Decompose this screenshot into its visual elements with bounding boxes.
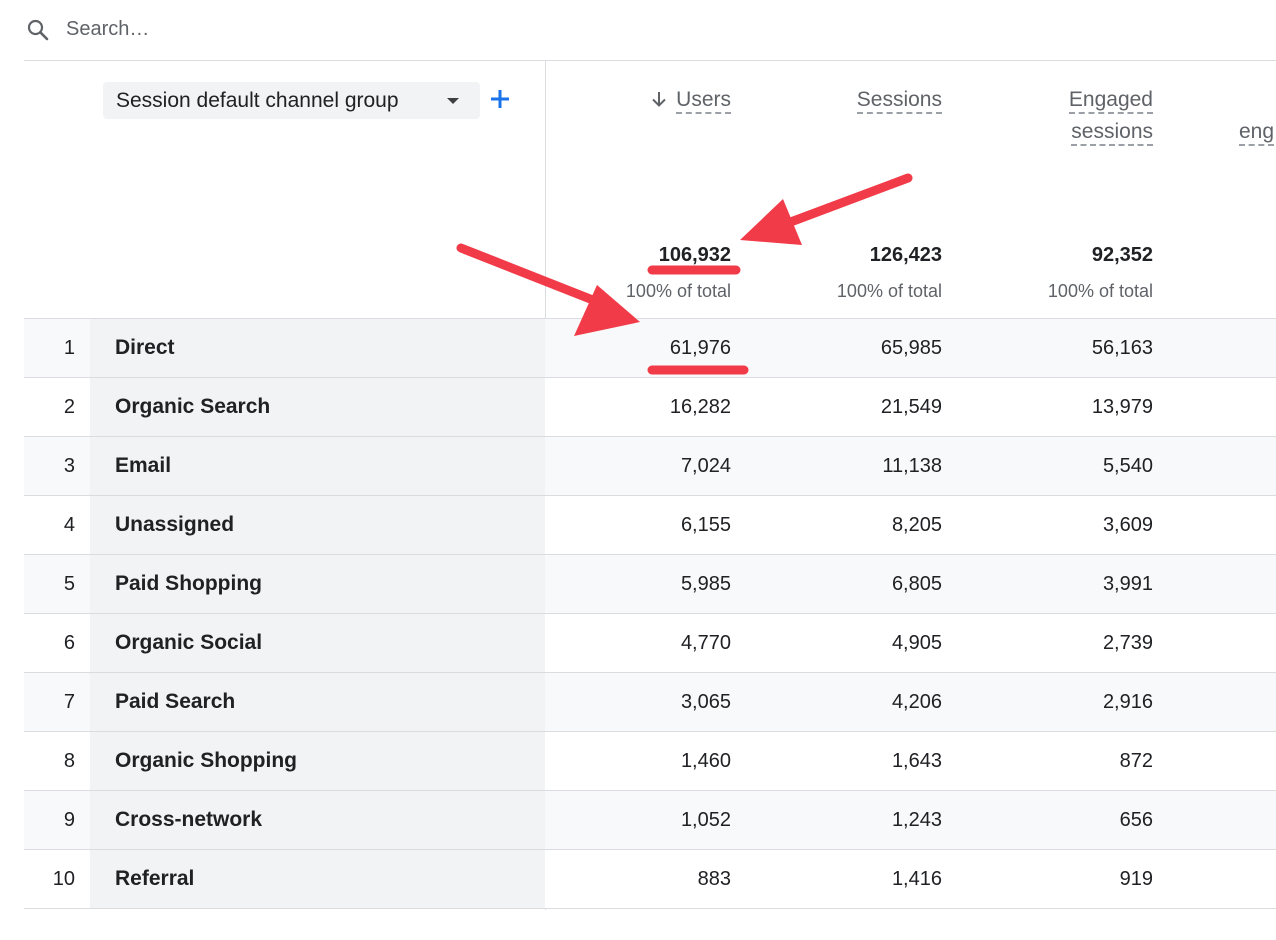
row-sessions: 1,643 (891, 750, 942, 772)
row-channel[interactable]: Paid Search (115, 673, 235, 731)
table-row[interactable]: 7 Paid Search 3,065 4,206 2,916 (24, 672, 1276, 731)
users-total: 106,932 (658, 244, 731, 266)
row-engaged: 2,916 (1102, 691, 1153, 713)
table-row[interactable]: 2 Organic Search 16,282 21,549 13,979 (24, 377, 1276, 436)
row-users: 7,024 (680, 455, 731, 477)
add-dimension-icon[interactable] (488, 87, 512, 111)
partial-header-label: eng (1239, 120, 1275, 146)
row-channel[interactable]: Cross-network (115, 791, 262, 849)
users-column-header[interactable]: Users (650, 84, 731, 116)
engaged-total: 92,352 (1091, 244, 1153, 266)
row-sessions: 11,138 (882, 455, 942, 477)
row-sessions: 65,985 (880, 337, 942, 359)
search-input[interactable] (66, 14, 666, 44)
row-sessions: 4,206 (891, 691, 942, 713)
users-header-label: Users (676, 88, 731, 114)
row-engaged: 656 (1119, 809, 1153, 831)
dimension-selector[interactable]: Session default channel group (103, 82, 480, 119)
table-row[interactable]: 1 Direct 61,976 65,985 56,163 (24, 318, 1276, 377)
row-users: 883 (697, 868, 731, 890)
row-users: 6,155 (680, 514, 731, 536)
row-index: 2 (63, 396, 75, 418)
sessions-header-label: Sessions (856, 88, 942, 114)
table-row[interactable]: 3 Email 7,024 11,138 5,540 (24, 436, 1276, 495)
engaged-sessions-column-header[interactable]: Engaged sessions (1068, 84, 1153, 148)
search-bar (24, 0, 1276, 61)
row-users: 5,985 (680, 573, 731, 595)
arrow-to-total-users (740, 173, 913, 245)
table-row[interactable]: 10 Referral 883 1,416 919 (24, 849, 1276, 909)
row-engaged: 3,991 (1102, 573, 1153, 595)
row-sessions: 1,416 (891, 868, 942, 890)
table-row[interactable]: 9 Cross-network 1,052 1,243 656 (24, 790, 1276, 849)
data-table-body: 1 Direct 61,976 65,985 56,163 2 Organic … (24, 318, 1276, 909)
search-icon[interactable] (26, 18, 50, 42)
row-index: 8 (63, 750, 75, 772)
row-users: 1,052 (680, 809, 731, 831)
engaged-total-percent: 100% of total (1047, 281, 1153, 301)
row-sessions: 8,205 (891, 514, 942, 536)
sessions-total: 126,423 (869, 244, 942, 266)
row-index: 3 (63, 455, 75, 477)
table-row[interactable]: 6 Organic Social 4,770 4,905 2,739 (24, 613, 1276, 672)
sessions-column-header[interactable]: Sessions (856, 84, 942, 116)
users-total-percent: 100% of total (625, 281, 731, 301)
partial-column-header[interactable]: eng (1239, 116, 1275, 148)
row-index: 4 (63, 514, 75, 536)
dimension-label: Session default channel group (116, 88, 399, 112)
row-sessions: 1,243 (891, 809, 942, 831)
table-row[interactable]: 5 Paid Shopping 5,985 6,805 3,991 (24, 554, 1276, 613)
row-channel[interactable]: Organic Shopping (115, 732, 297, 790)
row-engaged: 13,979 (1091, 396, 1153, 418)
row-index: 1 (63, 337, 75, 359)
row-channel[interactable]: Organic Search (115, 378, 270, 436)
row-channel[interactable]: Email (115, 437, 171, 495)
row-index: 5 (63, 573, 75, 595)
row-engaged: 872 (1119, 750, 1153, 772)
row-users: 61,976 (669, 337, 731, 359)
row-channel[interactable]: Referral (115, 850, 194, 908)
row-index: 10 (52, 868, 75, 890)
row-engaged: 2,739 (1102, 632, 1153, 654)
row-index: 7 (63, 691, 75, 713)
row-users: 16,282 (669, 396, 731, 418)
row-sessions: 21,549 (880, 396, 942, 418)
row-index: 9 (63, 809, 75, 831)
row-sessions: 4,905 (891, 632, 942, 654)
table-row[interactable]: 8 Organic Shopping 1,460 1,643 872 (24, 731, 1276, 790)
sort-descending-icon (652, 92, 666, 107)
dropdown-arrow-icon (447, 98, 459, 104)
row-engaged: 919 (1119, 868, 1153, 890)
row-users: 1,460 (680, 750, 731, 772)
sessions-total-percent: 100% of total (836, 281, 942, 301)
row-index: 6 (63, 632, 75, 654)
row-channel[interactable]: Unassigned (115, 496, 234, 554)
row-users: 3,065 (680, 691, 731, 713)
engaged-header-label-line1: Engaged (1068, 88, 1153, 114)
row-engaged: 56,163 (1091, 337, 1153, 359)
row-channel[interactable]: Direct (115, 319, 175, 377)
row-engaged: 3,609 (1102, 514, 1153, 536)
row-channel[interactable]: Organic Social (115, 614, 262, 672)
row-channel[interactable]: Paid Shopping (115, 555, 262, 613)
engaged-header-label-line2: sessions (1071, 120, 1153, 146)
row-engaged: 5,540 (1102, 455, 1153, 477)
row-sessions: 6,805 (891, 573, 942, 595)
table-row[interactable]: 4 Unassigned 6,155 8,205 3,609 (24, 495, 1276, 554)
row-users: 4,770 (680, 632, 731, 654)
